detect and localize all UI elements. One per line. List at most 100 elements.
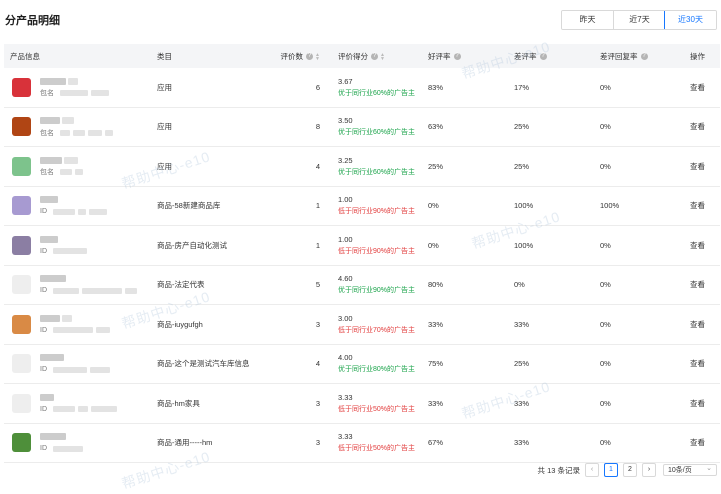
col-header-rating-score[interactable]: 评价得分? ▲ ▼ bbox=[322, 51, 422, 62]
rating-score-cell: 4.00 优于同行业80%的广告主 bbox=[322, 353, 422, 374]
product-thumbnail bbox=[12, 117, 31, 137]
help-icon[interactable]: ? bbox=[453, 53, 461, 61]
page-button-1[interactable]: 1 bbox=[604, 463, 618, 477]
category-cell: 商品-房产自动化测试 bbox=[157, 240, 227, 250]
product-id-label: ID bbox=[40, 445, 47, 453]
negative-rate-cell: 33% bbox=[514, 438, 530, 448]
category-cell: 应用 bbox=[157, 122, 172, 132]
review-count-cell: 1 bbox=[315, 201, 320, 211]
product-cell: 包名 bbox=[4, 155, 151, 177]
time-filter-0[interactable]: 昨天 bbox=[562, 11, 613, 29]
negative-reply-rate-cell: 0% bbox=[600, 359, 611, 369]
rating-score-cell: 3.50 优于同行业60%的广告主 bbox=[322, 116, 422, 137]
industry-comparison-text: 低于同行业50%的广告主 bbox=[338, 445, 416, 453]
negative-rate-cell: 100% bbox=[514, 201, 534, 211]
rating-score-value: 4.60 bbox=[338, 274, 353, 284]
negative-rate-cell: 33% bbox=[514, 398, 530, 408]
col-header-review-count[interactable]: 评价数? ▲ ▼ bbox=[254, 51, 322, 62]
redacted-text bbox=[91, 90, 109, 97]
negative-reply-rate-cell: 0% bbox=[600, 438, 611, 448]
review-count-cell: 6 bbox=[315, 82, 320, 92]
redacted-text bbox=[40, 275, 66, 283]
redacted-text bbox=[91, 406, 117, 413]
product-id-label: 包名 bbox=[40, 169, 54, 177]
help-icon[interactable]: ? bbox=[640, 53, 648, 61]
negative-reply-rate-cell: 100% bbox=[600, 201, 620, 211]
product-thumbnail bbox=[12, 393, 31, 413]
product-thumbnail bbox=[12, 275, 31, 295]
redacted-text bbox=[53, 208, 75, 215]
col-header-negative-reply-rate: 差评回复率? bbox=[600, 51, 648, 61]
view-link[interactable]: 查看 bbox=[684, 82, 720, 93]
product-cell: ID bbox=[4, 195, 151, 217]
rating-score-value: 3.50 bbox=[338, 116, 353, 126]
industry-comparison-text: 低于同行业90%的广告主 bbox=[338, 247, 416, 255]
sort-icon[interactable]: ▲ ▼ bbox=[315, 52, 320, 61]
category-cell: 应用 bbox=[157, 161, 172, 171]
table-row: 包名 应用 6 3.67 优于同行业60%的广告主 83% 17% 0% 查看 bbox=[4, 68, 720, 108]
redacted-text bbox=[125, 287, 137, 294]
help-icon[interactable]: ? bbox=[371, 53, 378, 61]
positive-rate-cell: 0% bbox=[428, 201, 439, 211]
industry-comparison-text: 优于同行业90%的广告主 bbox=[338, 287, 416, 295]
sort-icon[interactable]: ▲ ▼ bbox=[380, 52, 385, 61]
view-link[interactable]: 查看 bbox=[684, 398, 720, 409]
product-cell: ID bbox=[4, 313, 151, 335]
redacted-text bbox=[78, 406, 88, 413]
negative-reply-rate-cell: 0% bbox=[600, 398, 611, 408]
product-id-label: ID bbox=[40, 405, 47, 413]
view-link[interactable]: 查看 bbox=[684, 437, 720, 448]
time-filter-2[interactable]: 近30天 bbox=[664, 11, 716, 29]
col-header-negative-rate: 差评率? bbox=[514, 51, 547, 61]
product-cell: ID bbox=[4, 432, 151, 454]
redacted-text bbox=[78, 208, 86, 215]
page-size-select[interactable]: 10条/页 bbox=[663, 463, 717, 476]
table-row: 包名 应用 4 3.25 优于同行业60%的广告主 25% 25% 0% 查看 bbox=[4, 147, 720, 187]
page-button-2[interactable]: 2 bbox=[623, 463, 637, 477]
category-cell: 商品-hm家具 bbox=[157, 398, 200, 408]
category-cell: 商品-iuygufgh bbox=[157, 319, 203, 329]
help-icon[interactable]: ? bbox=[306, 53, 314, 61]
product-id-label: ID bbox=[40, 366, 47, 374]
view-link[interactable]: 查看 bbox=[684, 200, 720, 211]
product-id-label: ID bbox=[40, 208, 47, 216]
page-title: 分产品明细 bbox=[5, 15, 60, 27]
rating-score-cell: 3.33 低于同行业50%的广告主 bbox=[322, 432, 422, 453]
redacted-text bbox=[75, 169, 83, 176]
product-thumbnail bbox=[12, 354, 31, 374]
time-filter-1[interactable]: 近7天 bbox=[613, 11, 665, 29]
product-detail-table: 产品信息 类目 评价数? ▲ ▼ 评价得分? ▲ ▼ 好评率? 差评率? 差评回复率? … bbox=[4, 44, 720, 463]
negative-rate-cell: 0% bbox=[514, 280, 525, 290]
product-cell: 包名 bbox=[4, 116, 151, 138]
rating-score-cell: 3.25 优于同行业60%的广告主 bbox=[322, 156, 422, 177]
review-count-cell: 3 bbox=[315, 398, 320, 408]
industry-comparison-text: 优于同行业60%的广告主 bbox=[338, 168, 416, 176]
industry-comparison-text: 优于同行业60%的广告主 bbox=[338, 129, 416, 137]
prev-page-button[interactable]: ‹ bbox=[585, 463, 599, 477]
negative-rate-cell: 100% bbox=[514, 240, 534, 250]
industry-comparison-text: 低于同行业90%的广告主 bbox=[338, 208, 416, 216]
redacted-text bbox=[53, 327, 93, 334]
table-row: ID 商品-房产自动化测试 1 1.00 低于同行业90%的广告主 0% 100… bbox=[4, 226, 720, 266]
negative-reply-rate-cell: 0% bbox=[600, 82, 611, 92]
redacted-text bbox=[89, 208, 107, 215]
view-link[interactable]: 查看 bbox=[684, 279, 720, 290]
view-link[interactable]: 查看 bbox=[684, 240, 720, 251]
view-link[interactable]: 查看 bbox=[684, 358, 720, 369]
time-range-selector: 昨天 近7天 近30天 bbox=[561, 10, 717, 30]
view-link[interactable]: 查看 bbox=[684, 319, 720, 330]
table-body: 包名 应用 6 3.67 优于同行业60%的广告主 83% 17% 0% 查看 … bbox=[4, 68, 720, 463]
help-icon[interactable]: ? bbox=[539, 53, 547, 61]
product-id-label: ID bbox=[40, 287, 47, 295]
next-page-button[interactable]: › bbox=[642, 463, 656, 477]
review-count-cell: 1 bbox=[315, 240, 320, 250]
product-thumbnail bbox=[12, 196, 31, 216]
review-count-cell: 3 bbox=[315, 319, 320, 329]
positive-rate-cell: 67% bbox=[428, 438, 444, 448]
rating-score-value: 3.33 bbox=[338, 392, 353, 402]
view-link[interactable]: 查看 bbox=[684, 121, 720, 132]
redacted-text bbox=[88, 129, 102, 136]
negative-rate-cell: 25% bbox=[514, 122, 530, 132]
view-link[interactable]: 查看 bbox=[684, 161, 720, 172]
product-cell: ID bbox=[4, 274, 151, 296]
